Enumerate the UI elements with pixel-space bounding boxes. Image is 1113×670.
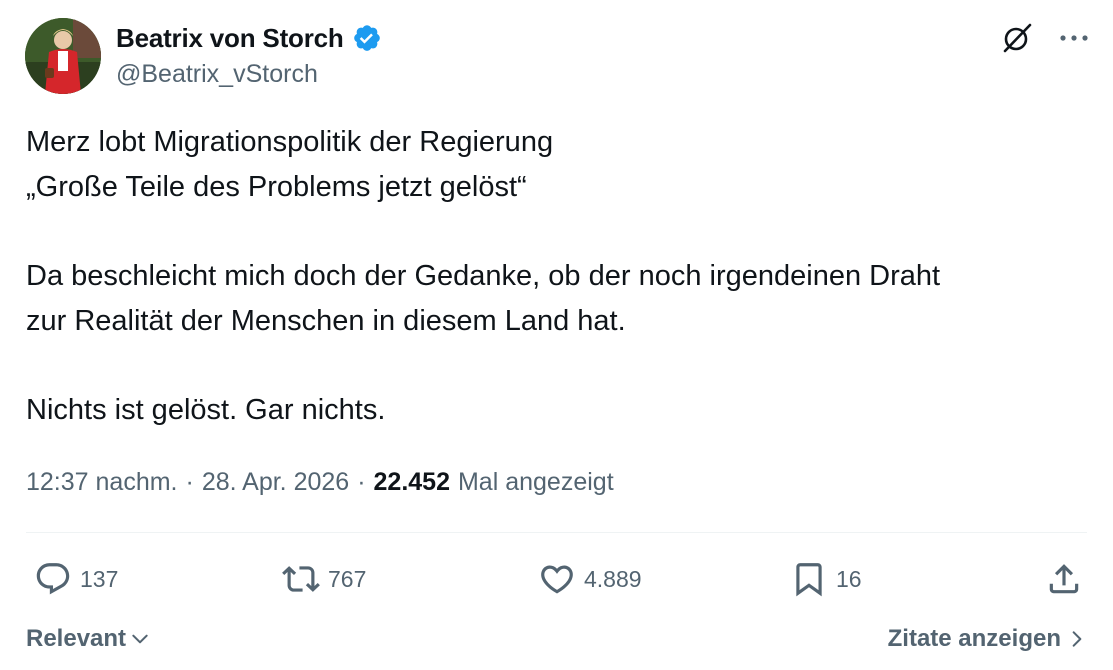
more-icon[interactable]: [1057, 21, 1091, 55]
reply-count: 137: [80, 565, 119, 592]
chevron-down-icon: [132, 634, 148, 644]
avatar[interactable]: [25, 18, 101, 94]
repost-button[interactable]: 767: [282, 556, 366, 602]
sort-dropdown[interactable]: Relevant: [26, 625, 150, 653]
replies-footer: Relevant Zitate anzeigen: [26, 622, 1087, 656]
bookmark-count: 16: [836, 565, 862, 592]
tweet-text: Merz lobt Migrationspolitik der Regierun…: [26, 120, 1086, 433]
action-bar: 137 767 4.889 16: [26, 556, 1087, 602]
meta-separator: ·: [357, 468, 366, 496]
repost-count: 767: [328, 565, 367, 592]
author-handle[interactable]: @Beatrix_vStorch: [116, 60, 318, 89]
tweet-paragraph: Da beschleicht mich doch der Gedanke, ob…: [26, 260, 941, 337]
tweet-time[interactable]: 12:37 nachm.: [26, 468, 178, 497]
reply-button[interactable]: 137: [34, 556, 118, 602]
share-icon: [1049, 564, 1079, 594]
views-count[interactable]: 22.452: [374, 468, 450, 497]
avatar-photo: [25, 18, 101, 94]
views-label: Mal angezeigt: [457, 468, 614, 496]
tweet-paragraph: Nichts ist gelöst. Gar nichts.: [26, 394, 386, 426]
heart-icon: [541, 565, 573, 594]
bookmark-icon: [796, 563, 822, 597]
view-quotes-link[interactable]: Zitate anzeigen: [888, 625, 1087, 653]
author-display-name[interactable]: Beatrix von Storch: [116, 23, 344, 54]
tweet-paragraph: Merz lobt Migrationspolitik der Regierun…: [26, 126, 554, 203]
chevron-right-icon: [1072, 631, 1082, 647]
sort-label: Relevant: [26, 625, 127, 652]
like-count: 4.889: [584, 565, 642, 592]
reply-icon: [36, 563, 70, 595]
tweet-meta: 12:37 nachm. · 28. Apr. 2026 · 22.452 Ma…: [26, 468, 614, 497]
repost-icon: [282, 566, 320, 592]
tweet-header-actions: [999, 20, 1091, 56]
author-name-row: Beatrix von Storch: [116, 22, 382, 54]
verified-badge-icon[interactable]: [352, 23, 382, 53]
quotes-label: Zitate anzeigen: [887, 625, 1061, 652]
grok-icon[interactable]: [999, 20, 1035, 56]
like-button[interactable]: 4.889: [538, 556, 642, 602]
tweet-date[interactable]: 28. Apr. 2026: [202, 468, 349, 497]
bookmark-button[interactable]: 16: [790, 556, 862, 602]
divider: [26, 532, 1087, 533]
share-button[interactable]: [1045, 556, 1083, 602]
meta-separator: ·: [185, 468, 194, 496]
